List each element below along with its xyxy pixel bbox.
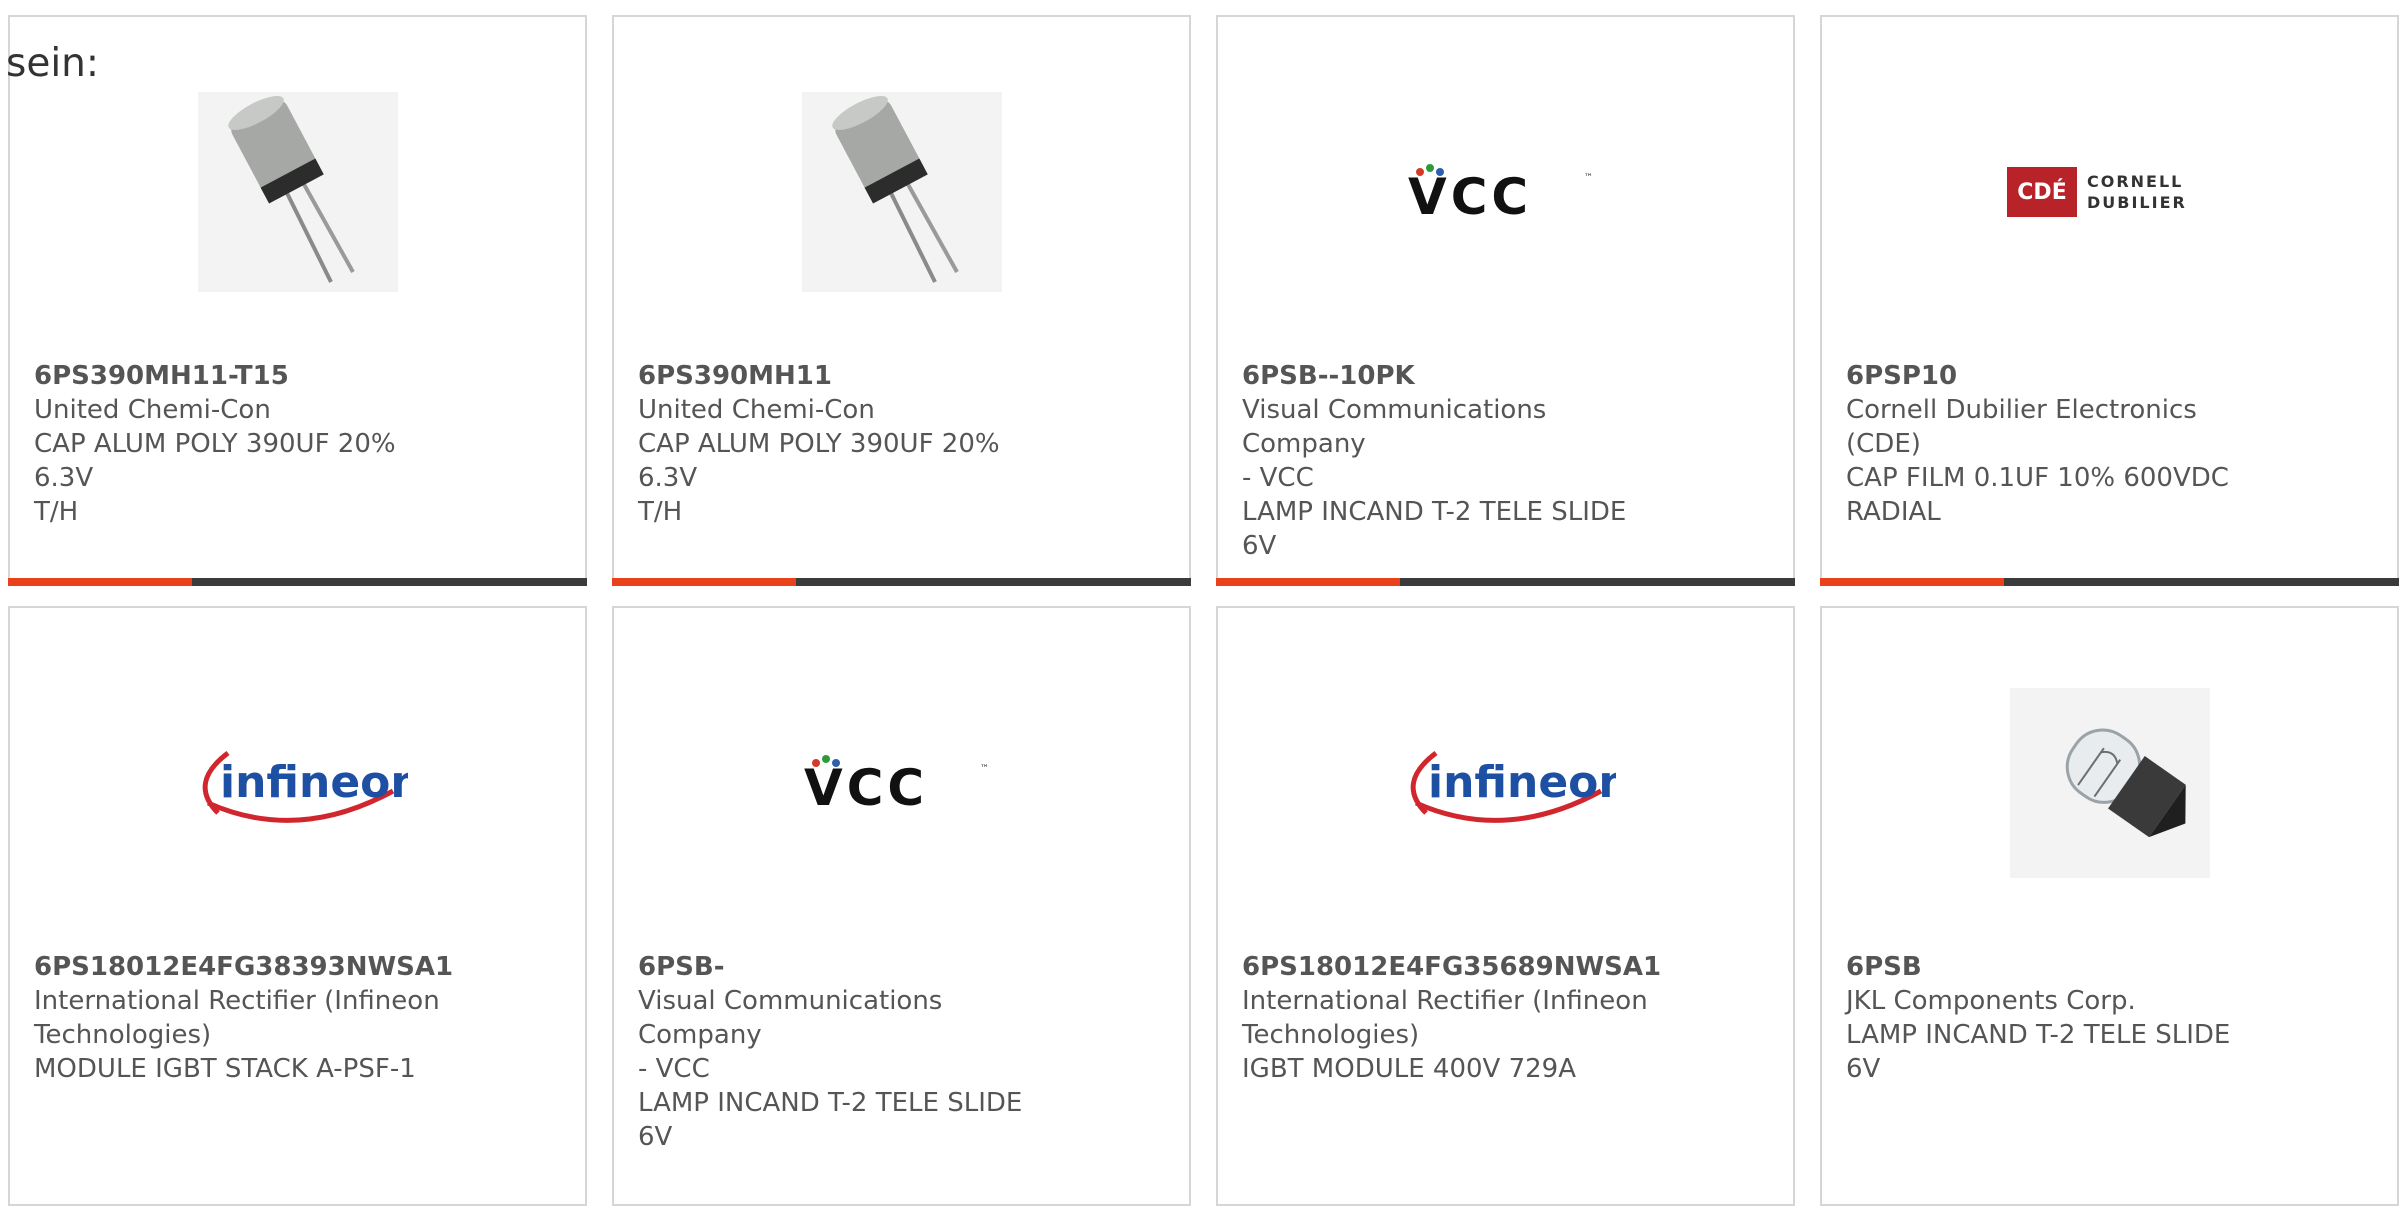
svg-text:™: ™ (1584, 173, 1593, 183)
capacitor-image (197, 92, 398, 292)
product-image: infineon (10, 648, 585, 918)
infineon-logo: infineon (1410, 751, 1616, 823)
product-image (614, 57, 1189, 327)
product-card[interactable]: infineon 6PS18012E4FG38393NWSA1 Internat… (8, 606, 587, 1206)
accent-bar (612, 578, 1191, 586)
product-image (10, 57, 585, 327)
svg-text:DUBILIER: DUBILIER (2087, 193, 2187, 212)
description: 6V (638, 1122, 673, 1152)
svg-text:infineon: infineon (1428, 757, 1616, 808)
part-number: 6PSB (1846, 952, 1922, 982)
vcc-logo: VCC ™ (1408, 164, 1593, 222)
intro-text: sein: (6, 41, 100, 86)
part-number: 6PSB--10PK (1242, 361, 1415, 391)
manufacturer: International Rectifier (Infineon (34, 986, 440, 1016)
product-image: infineon (1218, 648, 1793, 918)
part-number: 6PS390MH11-T15 (34, 361, 289, 391)
accent-bar (1820, 578, 2399, 586)
product-card[interactable]: VCC ™ 6PSB--10PK Visual Communications C… (1216, 15, 1795, 586)
part-number: 6PS18012E4FG38393NWSA1 (34, 952, 454, 982)
product-card[interactable]: 6PS390MH11-T15 United Chemi-Con CAP ALUM… (8, 15, 587, 586)
svg-text:VCC: VCC (1408, 168, 1532, 222)
description: LAMP INCAND T-2 TELE SLIDE (638, 1088, 1023, 1118)
capacitor-image (801, 92, 1002, 292)
part-number: 6PSB- (638, 952, 725, 982)
description: IGBT MODULE 400V 729A (1242, 1054, 1577, 1084)
product-card[interactable]: 6PS390MH11 United Chemi-Con CAP ALUM POL… (612, 15, 1191, 586)
lamp-image (2009, 688, 2210, 878)
product-card[interactable]: VCC ™ 6PSB- Visual Communications Compan… (612, 606, 1191, 1206)
manufacturer: JKL Components Corp. (1846, 986, 2136, 1016)
manufacturer: United Chemi-Con (34, 395, 271, 425)
svg-text:CORNELL: CORNELL (2087, 172, 2183, 191)
product-grid: 6PS390MH11-T15 United Chemi-Con CAP ALUM… (0, 0, 2400, 1206)
cde-logo: CDÉ CORNELL DUBILIER (2006, 167, 2187, 217)
manufacturer: Technologies) (34, 1020, 212, 1050)
description: CAP FILM 0.1UF 10% 600VDC (1846, 463, 2229, 493)
svg-text:CDÉ: CDÉ (2017, 179, 2066, 205)
part-number: 6PSP10 (1846, 361, 1958, 391)
part-number: 6PS18012E4FG35689NWSA1 (1242, 952, 1662, 982)
description: T/H (638, 497, 683, 527)
svg-text:infineon: infineon (220, 757, 408, 808)
manufacturer: United Chemi-Con (638, 395, 875, 425)
product-image (1822, 648, 2397, 918)
manufacturer: International Rectifier (Infineon (1242, 986, 1648, 1016)
part-number: 6PS390MH11 (638, 361, 832, 391)
description: 6V (1242, 531, 1277, 561)
product-card[interactable]: CDÉ CORNELL DUBILIER 6PSP10 Cornell Dubi… (1820, 15, 2399, 586)
product-image: CDÉ CORNELL DUBILIER (1822, 57, 2397, 327)
svg-text:VCC: VCC (804, 759, 928, 813)
manufacturer: - VCC (638, 1054, 710, 1084)
infineon-logo: infineon (202, 751, 408, 823)
description: T/H (34, 497, 79, 527)
product-image: VCC ™ (1218, 57, 1793, 327)
description: MODULE IGBT STACK A-PSF-1 (34, 1054, 416, 1084)
description: LAMP INCAND T-2 TELE SLIDE (1846, 1020, 2231, 1050)
product-card[interactable]: infineon 6PS18012E4FG35689NWSA1 Internat… (1216, 606, 1795, 1206)
vcc-logo: VCC ™ (804, 755, 989, 813)
description: LAMP INCAND T-2 TELE SLIDE (1242, 497, 1627, 527)
manufacturer: Cornell Dubilier Electronics (CDE) (1846, 395, 2197, 459)
description: CAP ALUM POLY 390UF 20% 6.3V (34, 429, 396, 493)
accent-bar (8, 578, 587, 586)
manufacturer: Visual Communications Company (638, 986, 943, 1050)
product-card[interactable]: 6PSB JKL Components Corp. LAMP INCAND T-… (1820, 606, 2399, 1206)
manufacturer: Technologies) (1242, 1020, 1420, 1050)
svg-text:™: ™ (980, 764, 989, 774)
manufacturer: - VCC (1242, 463, 1314, 493)
accent-bar (1216, 578, 1795, 586)
manufacturer: Visual Communications Company (1242, 395, 1547, 459)
description: RADIAL (1846, 497, 1941, 527)
product-image: VCC ™ (614, 648, 1189, 918)
description: 6V (1846, 1054, 1881, 1084)
description: CAP ALUM POLY 390UF 20% 6.3V (638, 429, 1000, 493)
